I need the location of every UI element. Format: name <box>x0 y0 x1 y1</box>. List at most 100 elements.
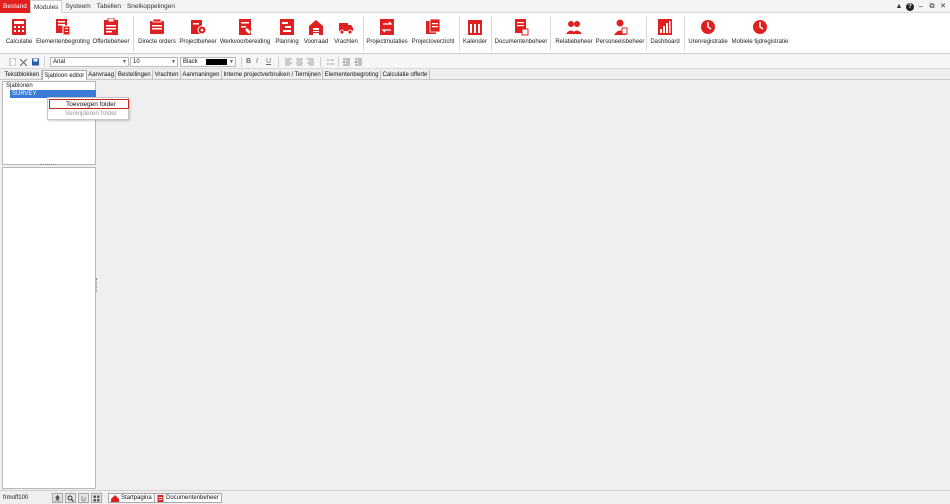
personeelsbeheer-icon <box>612 18 628 36</box>
new-icon[interactable] <box>9 57 17 67</box>
ribbon-calculatie-button[interactable]: Calculatie <box>4 13 34 54</box>
italic-icon[interactable]: I <box>256 58 263 66</box>
align-left-icon[interactable] <box>285 58 292 66</box>
add-folder-menu-item[interactable]: Toevoegen folder <box>49 99 129 109</box>
templates-panel: Sjablonen SURVEY <box>2 81 96 165</box>
ribbon-werkvoorbereiding-button[interactable]: Werkvoorbereiding <box>219 13 271 54</box>
delete-icon[interactable] <box>19 58 28 67</box>
save-icon[interactable] <box>32 58 39 66</box>
format-toolbar: Arial ▼ 10 ▼ Black ▼ B I U <box>0 55 950 69</box>
directe-orders-icon <box>149 18 165 36</box>
toolbar-separator <box>338 57 339 67</box>
ribbon-offertebeheer-button[interactable]: Offertebeheer <box>92 13 130 54</box>
grid-button[interactable] <box>91 493 102 503</box>
underline-icon[interactable]: U <box>266 58 273 66</box>
ribbon-separator <box>363 16 364 51</box>
documentenbeheer-icon <box>513 18 529 36</box>
ribbon-urenregistratie-button[interactable]: Urenregistratie <box>688 13 728 54</box>
projectbeheer-icon <box>190 18 206 36</box>
font-color-select[interactable]: Black ▼ <box>180 57 236 67</box>
tab-elementenbegroting[interactable]: Elementenbegroting <box>323 70 381 80</box>
ribbon-separator <box>684 16 685 51</box>
vertical-splitter[interactable] <box>96 278 98 292</box>
minimize-icon[interactable]: – <box>917 3 925 11</box>
ribbon-dashboard-button[interactable]: Dashboard <box>649 13 681 54</box>
planning-icon <box>279 18 295 36</box>
search-button[interactable] <box>65 493 76 503</box>
tab-tekstblokken[interactable]: Tekstblokken <box>3 70 42 80</box>
tab-calculatie-offerte[interactable]: Calculatie offerte <box>381 70 430 80</box>
tab-bestellingen[interactable]: Bestellingen <box>116 70 154 80</box>
align-right-icon[interactable] <box>307 58 314 66</box>
indent-increase-icon[interactable] <box>354 58 362 66</box>
tab-sjabloon-editor[interactable]: Sjabloon editor <box>41 70 87 80</box>
tab-interne-projectverbruiken[interactable]: Interne projectverbruiken / Termijnen <box>222 70 324 80</box>
relatiebeheer-icon <box>566 18 582 36</box>
ribbon-relatiebeheer-button[interactable]: Relatiebeheer <box>554 13 594 54</box>
ribbon-projectmutaties-button[interactable]: Projectmutaties <box>366 13 408 54</box>
ribbon-documentenbeheer-button[interactable]: Documentenbeheer <box>495 13 547 54</box>
restore-icon[interactable]: ⧉ <box>928 3 936 11</box>
tab-vrachten[interactable]: Vrachten <box>153 70 181 80</box>
upload-button[interactable] <box>52 493 63 503</box>
ribbon-planning-button[interactable]: Planning <box>274 13 300 54</box>
close-icon[interactable]: ✕ <box>939 3 947 11</box>
indent-decrease-icon[interactable] <box>342 58 350 66</box>
menu-bestand[interactable]: Bestand <box>0 0 30 13</box>
toolbar-separator <box>44 57 45 67</box>
taskbar-tab-documentenbeheer[interactable]: Documentenbeheer <box>154 493 222 503</box>
ribbon-mobiele-tijdregistratie-button[interactable]: Mobiele tijdregistratie <box>731 13 789 54</box>
collapse-ribbon-icon[interactable]: ▲ <box>895 3 903 11</box>
document-icon <box>157 494 164 502</box>
home-icon <box>111 494 119 502</box>
templates-detail-panel <box>2 167 96 489</box>
voorraad-icon <box>308 18 324 36</box>
dashboard-icon <box>657 18 673 36</box>
ribbon-personeelsbeheer-button[interactable]: Personeelsbeheer <box>596 13 644 54</box>
ribbon-voorraad-button[interactable]: Voorraad <box>302 13 330 54</box>
ribbon-separator <box>550 16 551 51</box>
clock-icon <box>700 18 716 36</box>
attachment-button[interactable] <box>78 493 89 503</box>
bold-icon[interactable]: B <box>246 58 253 66</box>
module-tabs: Tekstblokken Sjabloon editor Aanvraag Be… <box>0 70 950 80</box>
ribbon-vrachten-button[interactable]: Vrachten <box>332 13 360 54</box>
search-icon <box>67 495 74 502</box>
elementenbegroting-icon <box>55 18 71 36</box>
align-center-icon[interactable] <box>296 58 303 66</box>
panel-title: Sjablonen <box>6 83 33 89</box>
ribbon: Calculatie Elementenbegroting Offertebeh… <box>0 13 950 54</box>
window-controls: ▲ ? – ⧉ ✕ <box>895 0 947 13</box>
ribbon-separator <box>491 16 492 51</box>
horizontal-splitter[interactable] <box>40 164 56 166</box>
chevron-down-icon: ▼ <box>122 59 127 65</box>
editor-area[interactable] <box>99 81 948 489</box>
upload-icon <box>54 494 61 501</box>
ribbon-separator <box>646 16 647 51</box>
status-bar: frmoff100 Startpagina Documentenbeheer <box>0 490 950 504</box>
ribbon-kalender-button[interactable]: Kalender <box>462 13 488 54</box>
clock-icon <box>752 18 768 36</box>
tab-aanvraag[interactable]: Aanvraag <box>87 70 117 80</box>
menu-snelkoppelingen[interactable]: Snelkoppelingen <box>124 0 178 13</box>
ribbon-elementenbegroting-button[interactable]: Elementenbegroting <box>36 13 90 54</box>
menu-bar: Bestand Modules Systeem Tabellen Snelkop… <box>0 0 950 13</box>
font-family-select[interactable]: Arial ▼ <box>50 57 129 67</box>
bullet-list-icon[interactable] <box>327 58 334 66</box>
remove-folder-menu-item: Verwijderen folder <box>65 110 118 117</box>
ribbon-projectbeheer-button[interactable]: Projectbeheer <box>179 13 217 54</box>
ribbon-directe-orders-button[interactable]: Directe orders <box>137 13 177 54</box>
menu-systeem[interactable]: Systeem <box>62 0 93 13</box>
tab-aanmaningen[interactable]: Aanmaningen <box>181 70 222 80</box>
font-size-select[interactable]: 10 ▼ <box>130 57 178 67</box>
projectmutaties-icon <box>379 18 395 36</box>
ribbon-projectoverzicht-button[interactable]: Projectoverzicht <box>410 13 456 54</box>
menu-tabellen[interactable]: Tabellen <box>94 0 124 13</box>
taskbar-tab-startpagina[interactable]: Startpagina <box>108 493 155 503</box>
help-icon[interactable]: ? <box>906 2 914 11</box>
toolbar-separator <box>241 57 242 67</box>
chevron-down-icon: ▼ <box>171 59 176 65</box>
menu-modules[interactable]: Modules <box>29 0 63 13</box>
ribbon-separator <box>133 16 134 51</box>
projectoverzicht-icon <box>425 18 441 36</box>
